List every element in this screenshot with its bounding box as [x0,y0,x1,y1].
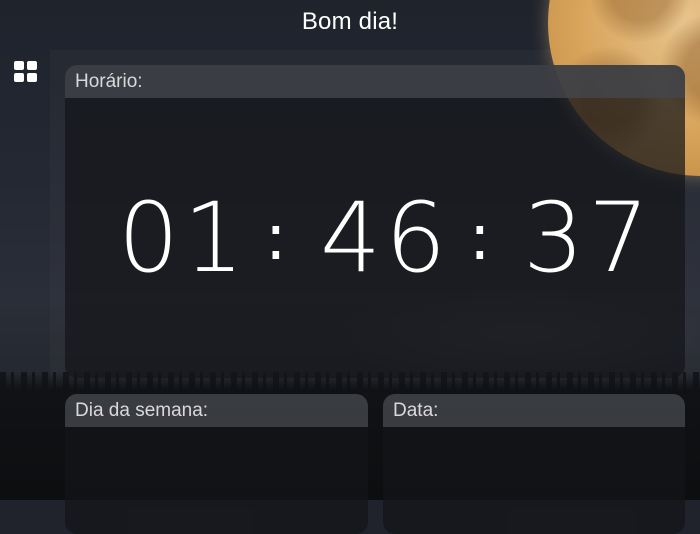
clock-separator: : [469,201,491,275]
clock-hours: 01 [118,182,249,294]
clock-separator: : [265,201,287,275]
greeting-title: Bom dia! [301,8,399,35]
grid-icon-square [27,61,37,70]
clock-seconds: 37 [523,182,654,294]
digital-clock: 01 : 46 : 37 [65,182,685,294]
grid-icon-square [27,73,37,82]
date-panel-label: Data: [383,394,685,427]
date-panel: Data: [383,394,685,534]
weekday-panel-label: Dia da semana: [65,394,368,427]
clock-minutes: 46 [320,182,451,294]
weekday-panel: Dia da semana: [65,394,368,534]
grid-icon-square [14,73,24,82]
grid-icon [14,61,24,70]
apps-grid-button[interactable] [14,61,38,83]
time-panel: Horário: 01 : 46 : 37 [65,65,685,378]
time-panel-label: Horário: [65,65,685,98]
